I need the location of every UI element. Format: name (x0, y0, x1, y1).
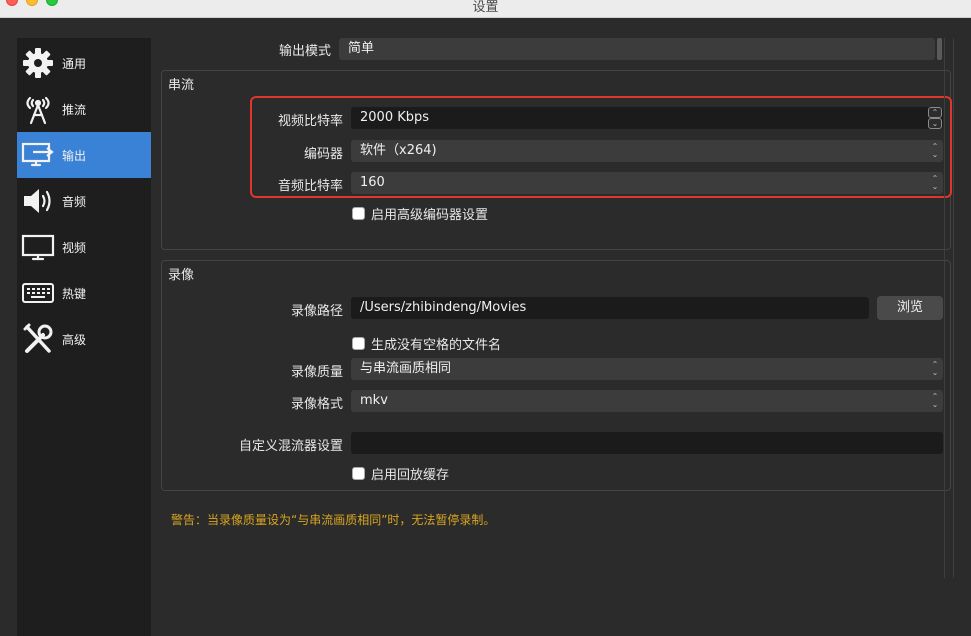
recording-quality-label: 录像质量 (290, 365, 343, 380)
scrollbar-track[interactable] (944, 38, 954, 578)
no-space-filename-checkbox[interactable] (352, 337, 365, 350)
advanced-encoder-label: 启用高级编码器设置 (371, 208, 489, 223)
sidebar-item-label: 通用 (62, 56, 87, 71)
scrollbar-handle[interactable] (937, 38, 942, 60)
no-space-filename-checkbox-row[interactable]: 生成没有空格的文件名 (352, 334, 501, 353)
output-monitor-icon (20, 137, 56, 173)
recording-group-title: 录像 (168, 268, 195, 283)
recording-format-label: 录像格式 (290, 397, 343, 412)
tools-icon (20, 321, 56, 357)
keyboard-icon (20, 275, 56, 311)
window-titlebar: 设置 (0, 0, 971, 18)
muxer-settings-input[interactable] (351, 432, 943, 454)
sidebar-item-label: 热键 (62, 286, 87, 301)
output-settings-panel: 输出模式 简单 串流 视频比特率 2000 Kbps ⌃ ⌄ 编码器 软件（x2… (151, 18, 971, 636)
sidebar-item-video[interactable]: 视频 (17, 224, 151, 270)
sidebar-item-label: 视频 (62, 240, 87, 255)
replay-buffer-label: 启用回放缓存 (371, 468, 450, 483)
sidebar-item-audio[interactable]: 音频 (17, 178, 151, 224)
advanced-encoder-checkbox[interactable] (352, 207, 365, 220)
sidebar-item-stream[interactable]: 推流 (17, 86, 151, 132)
chevron-updown-icon: ⌃ ⌄ (931, 392, 939, 409)
sidebar-item-general[interactable]: 通用 (17, 40, 151, 86)
sidebar-item-label: 推流 (62, 102, 87, 117)
advanced-encoder-checkbox-row[interactable]: 启用高级编码器设置 (352, 204, 488, 223)
no-space-filename-label: 生成没有空格的文件名 (371, 338, 502, 353)
output-mode-value: 简单 (348, 41, 375, 56)
muxer-settings-label: 自定义混流器设置 (238, 439, 343, 454)
pause-recording-warning: 警告：当录像质量设为“与串流画质相同”时，无法暂停录制。 (171, 513, 496, 527)
settings-sidebar: 通用 推流 输出 音频 视频 热键 高级 (17, 38, 151, 636)
browse-button[interactable]: 浏览 (877, 296, 943, 320)
sidebar-item-hotkeys[interactable]: 热键 (17, 270, 151, 316)
annotation-highlight-box (250, 96, 952, 198)
replay-buffer-checkbox[interactable] (352, 467, 365, 480)
monitor-icon (20, 229, 56, 265)
sidebar-item-advanced[interactable]: 高级 (17, 316, 151, 362)
replay-buffer-checkbox-row[interactable]: 启用回放缓存 (352, 464, 449, 483)
recording-quality-select[interactable]: 与串流画质相同 ⌃ ⌄ (351, 358, 943, 380)
streaming-group-title: 串流 (168, 78, 195, 93)
sidebar-item-label: 音频 (62, 194, 87, 209)
recording-path-value: /Users/zhibindeng/Movies (360, 300, 527, 315)
recording-quality-value: 与串流画质相同 (360, 361, 452, 376)
recording-path-label: 录像路径 (290, 304, 343, 319)
recording-format-select[interactable]: mkv ⌃ ⌄ (351, 390, 943, 412)
output-mode-select[interactable]: 简单 (339, 38, 935, 60)
output-mode-label: 输出模式 (278, 44, 331, 59)
window-title: 设置 (472, 0, 499, 15)
broadcast-antenna-icon (20, 91, 56, 127)
sidebar-item-output[interactable]: 输出 (17, 132, 151, 178)
speaker-icon (20, 183, 56, 219)
gear-icon (20, 45, 56, 81)
recording-format-value: mkv (360, 393, 388, 408)
sidebar-item-label: 高级 (62, 332, 87, 347)
recording-path-input[interactable]: /Users/zhibindeng/Movies (351, 297, 869, 319)
sidebar-item-label: 输出 (62, 148, 87, 163)
chevron-updown-icon: ⌃ ⌄ (931, 360, 939, 377)
